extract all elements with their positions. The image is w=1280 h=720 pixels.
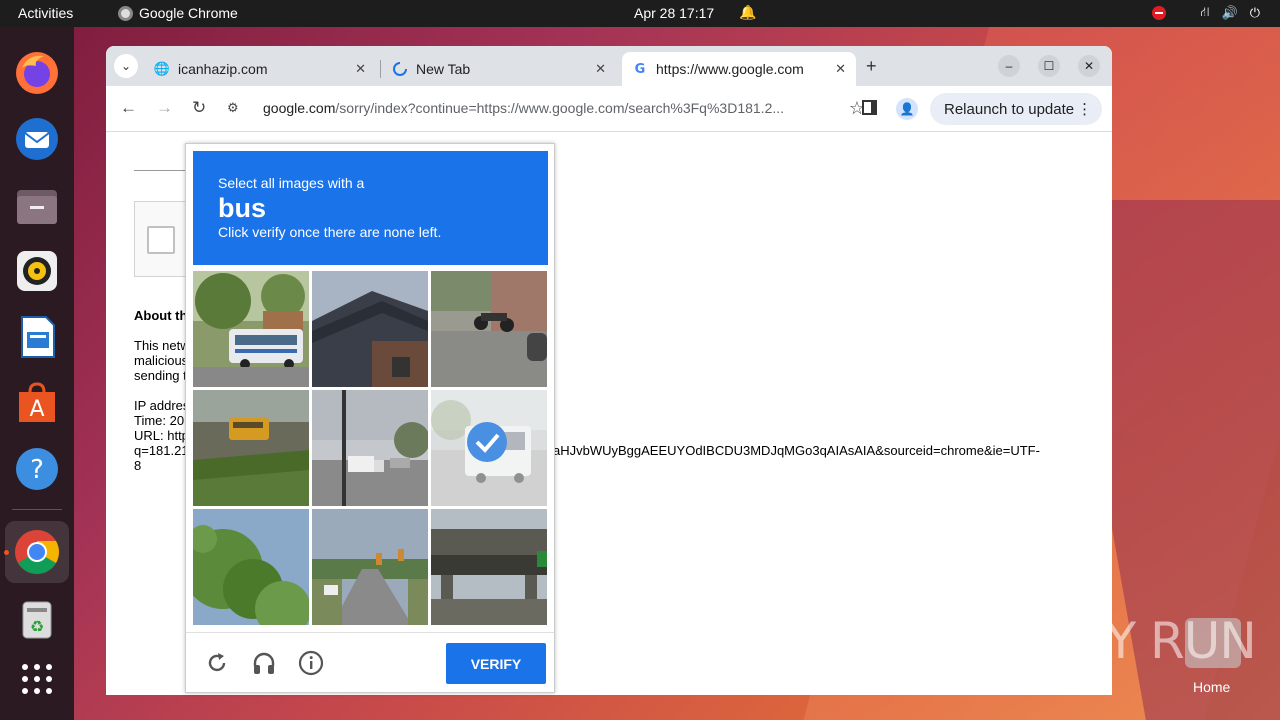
captcha-header: Select all images with a bus Click verif… (193, 151, 548, 265)
captcha-tile-trees[interactable] (193, 509, 309, 625)
tab-google-sorry[interactable]: G https://www.google.com ✕ (622, 52, 856, 86)
close-tab-icon[interactable]: ✕ (835, 61, 846, 77)
trash-icon[interactable]: ♻ (13, 595, 61, 643)
clock[interactable]: Apr 28 17:17 (634, 5, 714, 21)
files-icon[interactable] (13, 181, 61, 229)
app-name: Google Chrome (139, 5, 238, 21)
kebab-menu-icon[interactable]: ⋮ (1077, 100, 1092, 118)
address-bar[interactable]: ⚙ google.com/sorry/index?continue=https:… (223, 93, 865, 125)
help-icon[interactable]: ? (13, 445, 61, 493)
system-tray[interactable]: ⛙ 🔊 ⏻ (1152, 4, 1260, 22)
do-not-disturb-icon (1152, 6, 1167, 20)
watermark: ANY RUN (1036, 612, 1257, 670)
globe-icon: 🌐 (153, 61, 171, 76)
about-paragraph: This netw malicious sending t (134, 338, 190, 383)
forward-button[interactable]: → (156, 98, 173, 118)
verify-button[interactable]: VERIFY (446, 643, 546, 684)
activities-button[interactable]: Activities (18, 5, 73, 21)
relaunch-to-update-button[interactable]: Relaunch to update ⋮ (930, 93, 1103, 125)
captcha-footer: VERIFY (186, 632, 554, 693)
side-panel-icon[interactable] (862, 100, 877, 115)
captcha-challenge: Select all images with a bus Click verif… (185, 143, 555, 693)
loading-spinner-icon (392, 61, 408, 77)
tab-separator (380, 60, 381, 78)
url-continuation: aHJvbWUyBggAEEUYOdIBCDU3MDJqMGo3qAIAsAIA… (553, 443, 1040, 458)
chrome-dock-icon[interactable] (5, 521, 69, 583)
dock: A ? ♻ (0, 27, 74, 720)
close-window-button[interactable]: ✕ (1078, 55, 1100, 77)
volume-icon: 🔊 (1221, 5, 1238, 20)
home-label: Home (1193, 679, 1231, 695)
close-tab-icon[interactable]: ✕ (355, 61, 366, 77)
relaunch-label: Relaunch to update (944, 100, 1075, 118)
minimize-button[interactable]: – (998, 55, 1020, 77)
captcha-tile-traffic-lights[interactable] (312, 509, 428, 625)
request-details: IP addres Time: 20 URL: http q=181.21 8 (134, 398, 190, 473)
captcha-instruction: Select all images with a (218, 175, 365, 191)
recaptcha-checkbox[interactable] (147, 226, 175, 254)
headphones-icon[interactable] (251, 650, 277, 676)
captcha-tile-bus-road[interactable] (431, 390, 547, 506)
tab-label: https://www.google.com (656, 61, 804, 77)
thunderbird-icon[interactable] (13, 115, 61, 163)
tab-search-button[interactable]: ⌄ (114, 54, 138, 78)
captcha-tile-motorcycle-road[interactable] (431, 271, 547, 387)
close-tab-icon[interactable]: ✕ (595, 61, 606, 77)
svg-text:♻: ♻ (30, 617, 44, 636)
firefox-icon[interactable] (13, 49, 61, 97)
svg-text:A: A (29, 397, 44, 422)
captcha-tile-bus-street[interactable] (193, 271, 309, 387)
app-center-icon[interactable]: A (13, 379, 61, 427)
dock-separator (12, 509, 62, 510)
libreoffice-impress-icon[interactable] (13, 313, 61, 361)
svg-text:?: ? (30, 455, 44, 485)
url-text: google.com/sorry/index?continue=https://… (263, 100, 785, 116)
tab-bar: ⌄ 🌐 icanhazip.com ✕ New Tab ✕ G https://… (106, 46, 1112, 86)
tab-label: New Tab (416, 61, 471, 77)
maximize-button[interactable]: ☐ (1038, 55, 1060, 77)
app-menu[interactable]: Google Chrome (118, 5, 238, 21)
captcha-image-grid (193, 271, 548, 627)
rhythmbox-icon[interactable] (13, 247, 61, 295)
running-indicator (4, 550, 9, 555)
captcha-hint: Click verify once there are none left. (218, 224, 442, 240)
new-tab-button[interactable]: + (866, 56, 877, 77)
captcha-target: bus (218, 193, 267, 223)
profile-icon[interactable]: 👤 (896, 98, 918, 120)
captcha-tile-street-truck[interactable] (312, 390, 428, 506)
top-bar: Activities Google Chrome Apr 28 17:17 🔔 … (0, 0, 1280, 27)
info-icon[interactable] (298, 650, 324, 676)
captcha-tile-school-bus[interactable] (193, 390, 309, 506)
tab-new-tab[interactable]: New Tab ✕ (384, 52, 616, 86)
google-icon: G (634, 61, 646, 77)
site-info-icon[interactable]: ⚙ (227, 100, 239, 116)
back-button[interactable]: ← (120, 98, 137, 118)
reload-button[interactable]: ↻ (192, 98, 206, 118)
show-apps-icon[interactable] (13, 655, 61, 703)
network-icon: ⛙ (1200, 4, 1210, 19)
bell-icon[interactable]: 🔔 (739, 4, 756, 21)
about-heading: About th (134, 308, 188, 323)
power-icon: ⏻ (1249, 5, 1260, 20)
tab-icanhazip[interactable]: 🌐 icanhazip.com ✕ (146, 52, 376, 86)
captcha-tile-house-roof[interactable] (312, 271, 428, 387)
tab-label: icanhazip.com (178, 61, 268, 77)
toolbar: ← → ↻ ⚙ google.com/sorry/index?continue=… (106, 86, 1112, 132)
reload-challenge-icon[interactable] (204, 650, 230, 676)
captcha-tile-overpass[interactable] (431, 509, 547, 625)
chrome-icon (118, 5, 133, 21)
